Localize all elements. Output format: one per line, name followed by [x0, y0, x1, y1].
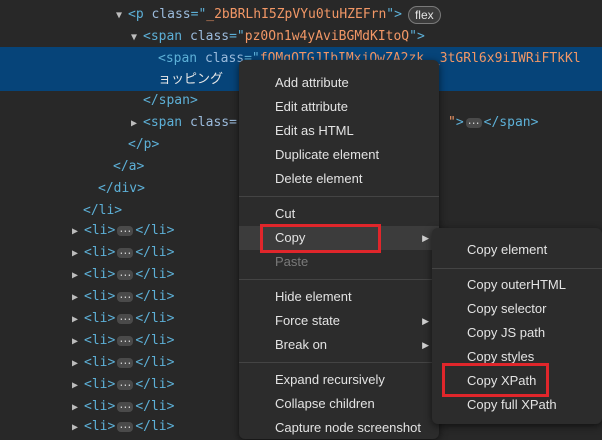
collapsed-triangle-icon[interactable]: ▶ — [72, 243, 84, 265]
ellipsis-icon[interactable]: … — [117, 266, 134, 280]
menu-item-capture-node-screenshot[interactable]: Capture node screenshot — [239, 416, 439, 440]
submenu-item-copy-selector[interactable]: Copy selector — [432, 297, 602, 321]
menu-separator — [239, 196, 439, 197]
menu-separator — [239, 362, 439, 363]
ellipsis-icon[interactable]: … — [117, 244, 134, 258]
closing-span-tag[interactable]: </span> — [143, 90, 198, 112]
submenu-arrow-icon: ▶ — [422, 233, 429, 243]
menu-item-edit-as-html[interactable]: Edit as HTML — [239, 119, 439, 143]
submenu-arrow-icon: ▶ — [422, 316, 429, 326]
menu-item-duplicate-element[interactable]: Duplicate element — [239, 143, 439, 167]
ellipsis-icon[interactable]: … — [117, 398, 134, 412]
menu-item-add-attribute[interactable]: Add attribute — [239, 71, 439, 95]
submenu-item-copy-element[interactable]: Copy element — [432, 238, 602, 262]
tree-node-li[interactable]: ▶ <li>… </li> — [72, 416, 174, 438]
menu-separator — [432, 268, 602, 269]
submenu-item-copy-js-path[interactable]: Copy JS path — [432, 321, 602, 345]
tree-node-li[interactable]: ▶ <li>… </li> — [72, 374, 174, 396]
collapsed-triangle-icon[interactable]: ▶ — [72, 353, 84, 375]
tree-node-li[interactable]: ▶ <li>… </li> — [72, 242, 174, 264]
menu-item-paste: Paste — [275, 254, 309, 269]
copy-xpath-highlight-box — [442, 363, 549, 397]
menu-item-hide-element[interactable]: Hide element — [239, 285, 439, 309]
flex-badge[interactable]: flex — [407, 5, 441, 24]
tree-node-p[interactable]: ▼ <p class="_2bBRLhI5ZpVYu0tuHZEFrn"> flex — [116, 4, 441, 26]
ellipsis-icon[interactable]: … — [117, 354, 134, 368]
collapsed-triangle-icon[interactable]: ▶ — [72, 331, 84, 353]
ellipsis-icon[interactable]: … — [117, 376, 134, 390]
submenu-item-copy-outerhtml[interactable]: Copy outerHTML — [432, 273, 602, 297]
ellipsis-icon[interactable]: … — [465, 114, 482, 128]
menu-item-delete-element[interactable]: Delete element — [239, 167, 439, 191]
closing-li-tag[interactable]: </li> — [83, 200, 122, 222]
menu-item-force-state[interactable]: Force state ▶ — [239, 309, 439, 333]
collapsed-triangle-icon[interactable]: ▶ — [72, 375, 84, 397]
ellipsis-icon[interactable]: … — [117, 288, 134, 302]
tree-node-li[interactable]: ▶ <li>… </li> — [72, 220, 174, 242]
menu-separator — [239, 279, 439, 280]
closing-div-tag[interactable]: </div> — [98, 178, 145, 200]
menu-item-cut[interactable]: Cut — [239, 202, 439, 226]
tree-node-li[interactable]: ▶ <li>… </li> — [72, 286, 174, 308]
tree-node-li[interactable]: ▶ <li>… </li> — [72, 308, 174, 330]
tree-node-li[interactable]: ▶ <li>… </li> — [72, 264, 174, 286]
menu-item-break-on[interactable]: Break on ▶ — [239, 333, 439, 357]
closing-a-tag[interactable]: </a> — [113, 156, 144, 178]
ellipsis-icon[interactable]: … — [117, 332, 134, 346]
collapsed-triangle-icon[interactable]: ▶ — [72, 265, 84, 287]
expand-triangle-icon[interactable]: ▼ — [131, 27, 143, 49]
collapsed-triangle-icon[interactable]: ▶ — [72, 309, 84, 331]
tree-node-span-collapsed[interactable]: ▶ <span class= — [131, 112, 237, 134]
ellipsis-icon[interactable]: … — [117, 222, 134, 236]
ellipsis-icon[interactable]: … — [117, 310, 134, 324]
expand-triangle-icon[interactable]: ▼ — [116, 5, 128, 27]
menu-item-collapse-children[interactable]: Collapse children — [239, 392, 439, 416]
submenu-arrow-icon: ▶ — [422, 340, 429, 350]
collapsed-triangle-icon[interactable]: ▶ — [72, 221, 84, 243]
collapsed-triangle-icon[interactable]: ▶ — [131, 113, 143, 135]
tree-node-li[interactable]: ▶ <li>… </li> — [72, 352, 174, 374]
tree-node-li[interactable]: ▶ <li>… </li> — [72, 396, 174, 418]
text-node[interactable]: ョッピング — [158, 69, 223, 91]
tree-node-span-collapsed-tail[interactable]: ">… </span> — [448, 112, 538, 134]
copy-highlight-box — [260, 224, 381, 253]
tree-node-li[interactable]: ▶ <li>… </li> — [72, 330, 174, 352]
menu-item-expand-recursively[interactable]: Expand recursively — [239, 368, 439, 392]
collapsed-triangle-icon[interactable]: ▶ — [72, 417, 84, 439]
menu-item-edit-attribute[interactable]: Edit attribute — [239, 95, 439, 119]
tree-node-span[interactable]: ▼ <span class="pz0On1w4yAviBGMdKItoQ"> — [131, 26, 425, 48]
closing-p-tag[interactable]: </p> — [128, 134, 159, 156]
ellipsis-icon[interactable]: … — [117, 418, 134, 432]
collapsed-triangle-icon[interactable]: ▶ — [72, 287, 84, 309]
